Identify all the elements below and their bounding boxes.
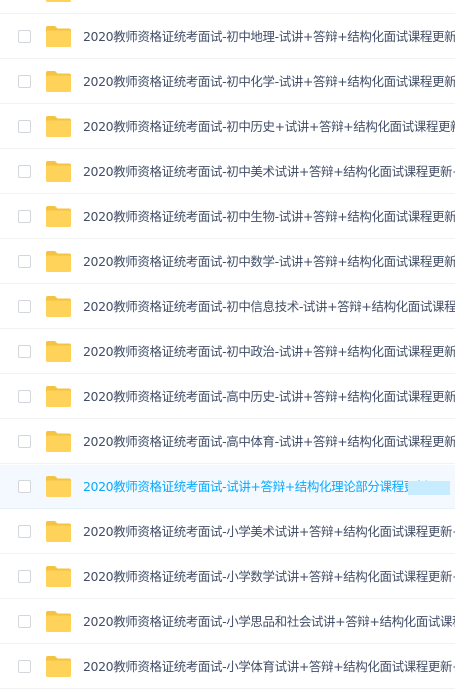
file-row[interactable]: 2020教师资格证统考面试-高中历史-试讲+答辩+结构化面试课程更新+ [0,375,455,419]
checkbox-icon[interactable] [18,120,31,133]
checkbox-icon[interactable] [18,435,31,448]
file-row[interactable]: 2020教师资格证统考面试-初中政治-试讲+答辩+结构化面试课程更新+ [0,330,455,374]
file-name[interactable]: 2020教师资格证统考面试-高中体育-试讲+答辩+结构化面试课程更新+ [83,432,455,452]
checkbox-icon[interactable] [18,165,31,178]
folder-icon [45,70,72,93]
folder-icon [45,0,72,3]
file-row[interactable]: 2020教师资格证统考面试-初中信息技术-试讲+答辩+结构化面试课程更 [0,285,455,329]
checkbox-icon[interactable] [18,390,31,403]
folder-icon [45,205,72,228]
checkbox-icon[interactable] [18,30,31,43]
file-row[interactable]: 2020教师资格证统考面试-初中美术试讲+答辩+结构化面试课程更新+V [0,150,455,194]
folder-icon [45,25,72,48]
checkbox-icon[interactable] [18,255,31,268]
file-row[interactable]: 2020教师资格证统考面试-小学美术试讲+答辩+结构化面试课程更新+V [0,510,455,554]
file-name[interactable]: 2020教师资格证统考面试-初中美术试讲+答辩+结构化面试课程更新+V [83,162,455,182]
file-row[interactable] [0,0,455,14]
file-name[interactable]: 2020教师资格证统考面试-初中化学-试讲+答辩+结构化面试课程更新+ [83,72,455,92]
folder-icon [45,475,72,498]
file-name[interactable]: 2020教师资格证统考面试-小学体育试讲+答辩+结构化面试课程更新+V [83,657,455,677]
file-row[interactable]: 2020教师资格证统考面试-小学体育试讲+答辩+结构化面试课程更新+V [0,645,455,689]
file-name[interactable]: 2020教师资格证统考面试-初中历史+试讲+答辩+结构化面试课程更新- [83,117,455,137]
file-row[interactable]: 2020教师资格证统考面试-初中化学-试讲+答辩+结构化面试课程更新+ [0,60,455,104]
folder-icon [45,340,72,363]
folder-icon [45,520,72,543]
file-name[interactable]: 2020教师资格证统考面试-小学思品和社会试讲+答辩+结构化面试课程 [83,612,455,632]
folder-icon [45,115,72,138]
file-name[interactable]: 2020教师资格证统考面试-初中信息技术-试讲+答辩+结构化面试课程更 [83,297,455,317]
file-row[interactable]: 2020教师资格证统考面试-初中生物-试讲+答辩+结构化面试课程更新+ [0,195,455,239]
checkbox-icon[interactable] [18,615,31,628]
file-row[interactable]: 2020教师资格证统考面试-小学思品和社会试讲+答辩+结构化面试课程 [0,600,455,644]
file-list: 2020教师资格证统考面试-初中地理-试讲+答辩+结构化面试课程更新+ 2020教… [0,0,455,700]
file-row[interactable]: 2020教师资格证统考面试-初中数学-试讲+答辩+结构化面试课程更新+ [0,240,455,284]
selection-highlight [408,481,450,495]
folder-icon [45,385,72,408]
folder-icon [45,160,72,183]
file-row[interactable]: 2020教师资格证统考面试-高中体育-试讲+答辩+结构化面试课程更新+ [0,420,455,464]
file-name[interactable]: 2020教师资格证统考面试-试讲+答辩+结构化理论部分课程更新 [83,477,428,497]
folder-icon [45,250,72,273]
checkbox-icon[interactable] [18,210,31,223]
checkbox-icon[interactable] [18,345,31,358]
file-row[interactable]: 2020教师资格证统考面试-试讲+答辩+结构化理论部分课程更新 [0,465,455,509]
checkbox-icon[interactable] [18,480,31,493]
file-row[interactable]: 2020教师资格证统考面试-初中历史+试讲+答辩+结构化面试课程更新- [0,105,455,149]
folder-icon [45,655,72,678]
file-row[interactable] [0,690,455,700]
file-name[interactable]: 2020教师资格证统考面试-初中政治-试讲+答辩+结构化面试课程更新+ [83,342,455,362]
file-row[interactable]: 2020教师资格证统考面试-初中地理-试讲+答辩+结构化面试课程更新+ [0,15,455,59]
file-name[interactable]: 2020教师资格证统考面试-初中数学-试讲+答辩+结构化面试课程更新+ [83,252,455,272]
checkbox-icon[interactable] [18,660,31,673]
folder-icon [45,565,72,588]
checkbox-icon[interactable] [18,300,31,313]
checkbox-icon[interactable] [18,570,31,583]
file-name[interactable]: 2020教师资格证统考面试-小学美术试讲+答辩+结构化面试课程更新+V [83,522,455,542]
file-name[interactable]: 2020教师资格证统考面试-初中地理-试讲+答辩+结构化面试课程更新+ [83,27,455,47]
folder-icon [45,610,72,633]
folder-icon [45,295,72,318]
folder-icon [45,430,72,453]
file-row[interactable]: 2020教师资格证统考面试-小学数学试讲+答辩+结构化面试课程更新+ [0,555,455,599]
checkbox-icon[interactable] [18,525,31,538]
file-name[interactable]: 2020教师资格证统考面试-初中生物-试讲+答辩+结构化面试课程更新+ [83,207,455,227]
file-name[interactable]: 2020教师资格证统考面试-小学数学试讲+答辩+结构化面试课程更新+ [83,567,455,587]
checkbox-icon[interactable] [18,75,31,88]
file-name[interactable]: 2020教师资格证统考面试-高中历史-试讲+答辩+结构化面试课程更新+ [83,387,455,407]
